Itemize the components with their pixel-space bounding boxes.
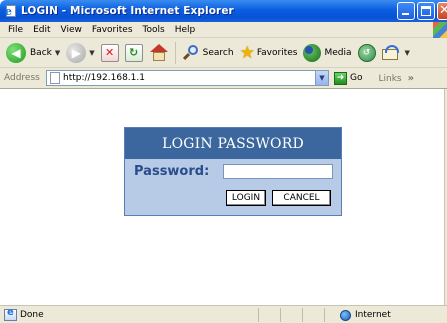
maximize-button[interactable] [417,2,435,20]
zone-label: Internet [355,310,391,320]
windows-flag-icon [433,22,447,38]
page-icon [50,72,60,84]
maximize-icon [421,6,431,16]
favorites-label: Favorites [256,47,298,58]
login-header: LOGIN PASSWORD [125,128,341,159]
toolbar-separator [174,41,176,64]
menu-bar: File Edit View Favorites Tools Help [0,22,447,38]
address-label: Address [4,73,40,83]
password-label: Password: [134,164,210,179]
status-divider [280,308,281,322]
media-icon [303,43,322,62]
star-icon: ★ [239,42,255,63]
menu-edit[interactable]: Edit [28,22,55,38]
status-bar: Done Internet [0,305,447,323]
page-done-icon [4,307,17,321]
close-icon: ✕ [439,3,447,18]
menu-file[interactable]: File [3,22,28,38]
status-divider [324,308,325,322]
search-button[interactable]: Search [179,40,237,66]
search-icon [182,44,200,62]
back-button[interactable]: ◀ Back ▼ [3,40,63,66]
stop-icon: ✕ [100,43,119,62]
menu-view[interactable]: View [56,22,87,38]
back-dropdown-icon[interactable]: ▼ [55,49,60,57]
close-button[interactable]: ✕ [437,2,447,20]
standard-toolbar: ◀ Back ▼ ▶ ▼ ✕ ↻ Search ★ Favorites Medi… [0,38,447,68]
login-button[interactable]: LOGIN [226,190,266,206]
go-arrow-icon: ➜ [334,71,347,85]
links-label: Links [378,73,402,84]
address-dropdown-icon[interactable]: ▼ [315,71,328,85]
password-input[interactable] [223,164,333,179]
home-button[interactable] [146,40,172,66]
menu-favorites[interactable]: Favorites [87,22,138,38]
favorites-button[interactable]: ★ Favorites [237,40,301,66]
address-url[interactable]: http://192.168.1.1 [63,73,145,83]
media-label: Media [324,47,352,58]
refresh-icon: ↻ [124,43,143,62]
globe-icon [340,309,351,321]
history-button[interactable]: ↺ [355,40,379,66]
go-label: Go [350,73,363,83]
security-zone: Internet [340,308,391,322]
back-label: Back [30,47,52,58]
stop-button[interactable]: ✕ [98,40,122,66]
status-divider [258,308,259,322]
forward-dropdown-icon[interactable]: ▼ [89,49,94,57]
mail-dropdown-icon[interactable]: ▼ [405,49,410,57]
minimize-icon [402,13,409,15]
back-arrow-icon: ◀ [6,42,26,63]
title-bar[interactable]: e LOGIN - Microsoft Internet Explorer ✕ [0,0,447,22]
mail-icon [381,44,402,61]
refresh-button[interactable]: ↻ [122,40,146,66]
window-title: LOGIN - Microsoft Internet Explorer [21,5,234,17]
menu-help[interactable]: Help [170,22,201,38]
links-toolbar[interactable]: Links » [378,73,414,84]
chevron-icon[interactable]: » [408,73,414,84]
minimize-button[interactable] [397,2,415,20]
window-controls: ✕ [397,2,447,20]
forward-button[interactable]: ▶ ▼ [63,40,97,66]
cancel-button[interactable]: CANCEL [272,190,331,206]
forward-arrow-icon: ▶ [66,42,87,63]
ie-app-icon[interactable]: e [4,4,18,18]
address-bar: Address http://192.168.1.1 ▼ ➜ Go Links » [0,68,447,89]
search-label: Search [202,47,234,58]
address-input[interactable]: http://192.168.1.1 ▼ [46,70,329,86]
login-panel: LOGIN PASSWORD Password: LOGIN CANCEL [124,127,342,216]
home-icon [149,43,169,62]
mail-button[interactable]: ▼ [379,40,413,66]
media-button[interactable]: Media [300,40,354,66]
go-button[interactable]: ➜ Go [334,71,363,85]
status-text: Done [20,309,44,320]
menu-tools[interactable]: Tools [138,22,170,38]
history-icon: ↺ [357,43,376,62]
status-divider [302,308,303,322]
